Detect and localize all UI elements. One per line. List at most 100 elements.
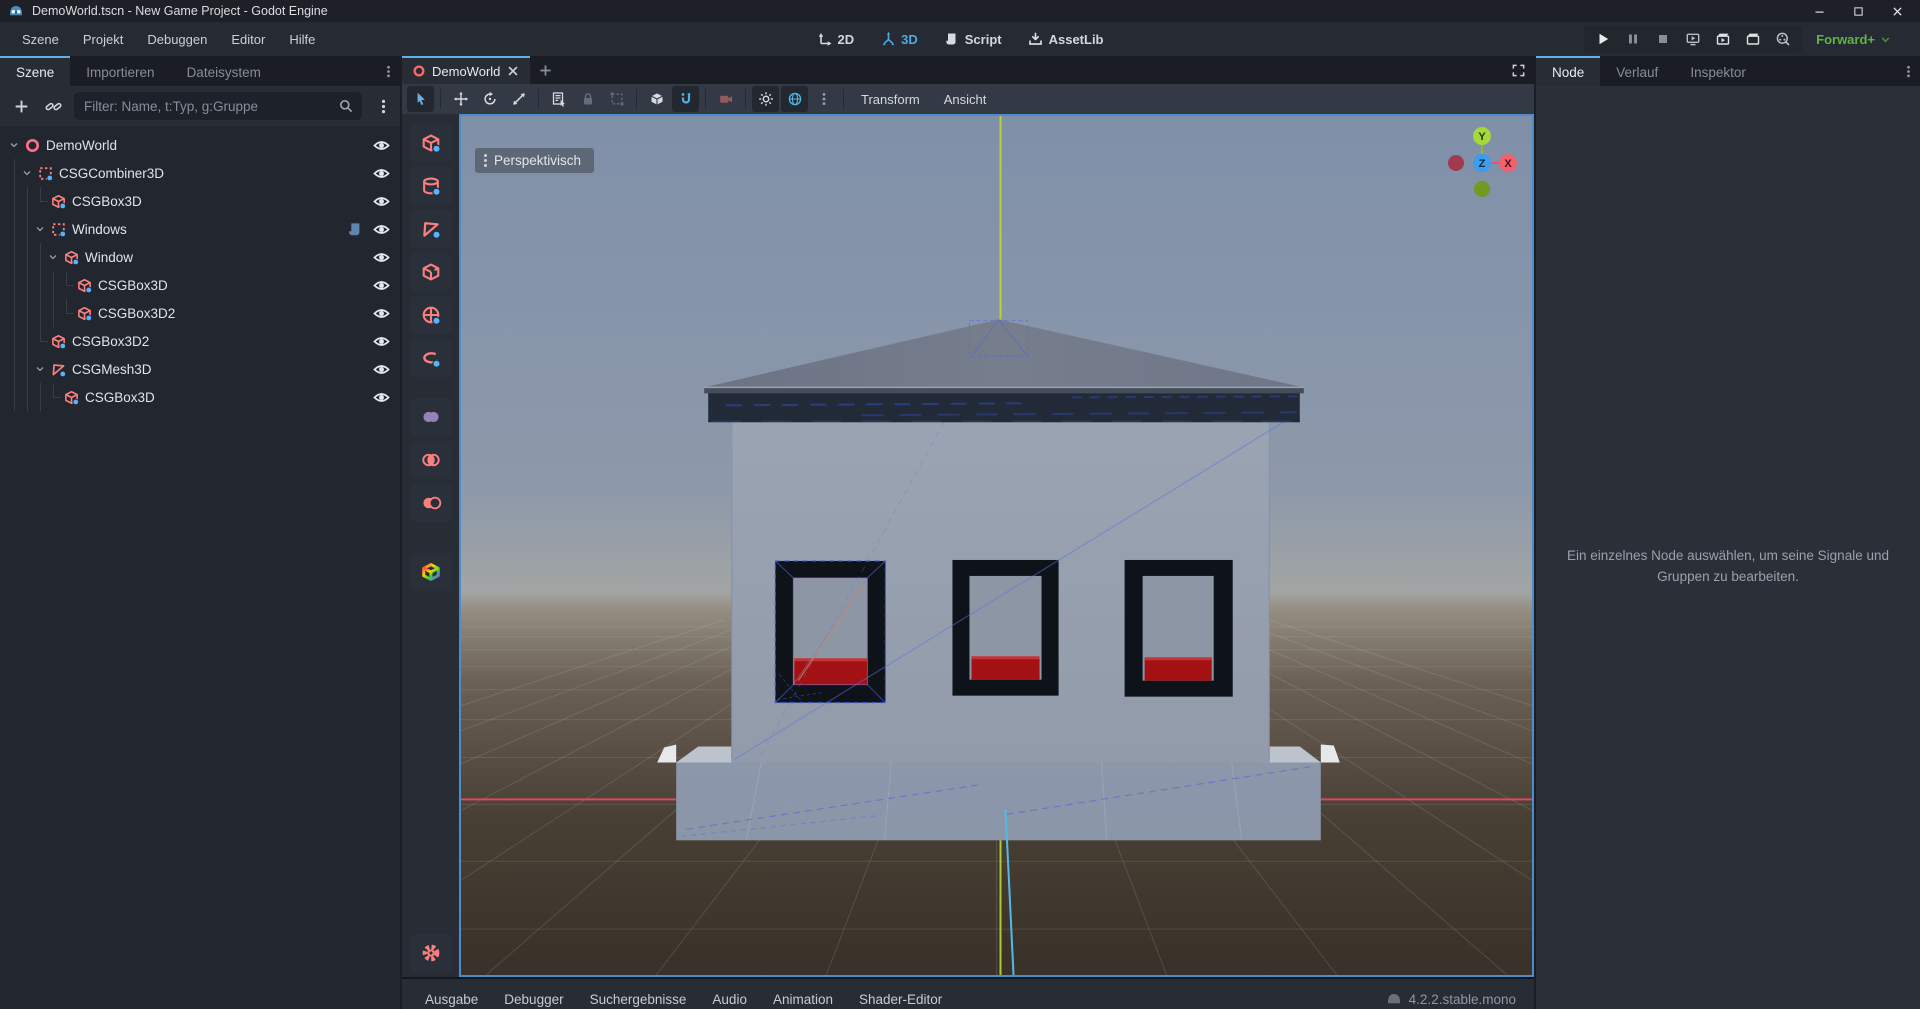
perspective-menu[interactable]: Perspektivisch [475,148,594,173]
viewport-menu-ansicht[interactable]: Ansicht [932,92,999,107]
tree-row-csgbox3d[interactable]: CSGBox3D [0,187,400,215]
scene-tab-demoworld[interactable]: DemoWorld [402,56,530,84]
tree-row-window[interactable]: Window [0,243,400,271]
csg-subtraction-button[interactable] [410,484,452,522]
menu-hilfe[interactable]: Hilfe [277,26,327,53]
bottom-panel-animation[interactable]: Animation [760,992,846,1007]
tree-row-windows[interactable]: Windows [0,215,400,243]
renderer-selector[interactable]: Forward+ [1816,32,1892,47]
distraction-free-button[interactable] [1502,56,1534,84]
visibility-eye-icon[interactable] [373,137,390,154]
visibility-eye-icon[interactable] [373,361,390,378]
csg-intersection-button[interactable] [410,441,452,479]
play-button[interactable] [1590,27,1616,51]
scene-tree-menu-button[interactable] [372,95,394,117]
mode-2d-button[interactable]: 2D [811,27,861,51]
expand-arrow-icon[interactable] [21,159,35,187]
close-tab-icon[interactable] [506,64,520,78]
play-current-scene-button[interactable] [1710,27,1736,51]
bottom-panel-suchergebnisse[interactable]: Suchergebnisse [577,992,700,1007]
visibility-eye-icon[interactable] [373,193,390,210]
menu-projekt[interactable]: Projekt [71,26,135,53]
expand-arrow-icon[interactable] [47,243,61,271]
local-space-button[interactable] [643,86,670,112]
csg-polygon-button[interactable] [410,253,452,291]
tab-menu-button[interactable] [376,56,400,86]
tab-inspektor[interactable]: Inspektor [1674,56,1762,86]
group-button[interactable] [603,86,630,112]
visibility-eye-icon[interactable] [373,389,390,406]
csg-cylinder-button[interactable] [410,167,452,205]
view-axis-gizmo[interactable]: Y Z X [1438,122,1524,208]
mode-assetlib-button[interactable]: AssetLib [1022,27,1110,51]
viewport-more-button[interactable] [810,86,837,112]
tree-row-csgbox3d2[interactable]: CSGBox3D2 [0,299,400,327]
new-scene-tab-button[interactable] [530,56,560,84]
tree-row-csgbox3d2[interactable]: CSGBox3D2 [0,327,400,355]
visibility-eye-icon[interactable] [373,249,390,266]
tab-dateisystem[interactable]: Dateisystem [171,56,277,86]
preview-environment-button[interactable] [781,86,808,112]
minimize-button[interactable] [1813,5,1826,18]
close-button[interactable] [1891,5,1904,18]
tree-row-csgmesh3d[interactable]: CSGMesh3D [0,355,400,383]
svg-text:Y: Y [1478,131,1486,143]
csg-torus-button[interactable] [410,339,452,377]
menu-debuggen[interactable]: Debuggen [135,26,219,53]
pause-button[interactable] [1620,27,1646,51]
bottom-panel-debugger[interactable]: Debugger [491,992,576,1007]
tree-row-demoworld[interactable]: DemoWorld [0,131,400,159]
csg-mesh-button[interactable] [410,210,452,248]
select-tool-button[interactable] [407,86,434,112]
visibility-eye-icon[interactable] [373,305,390,322]
menu-szene[interactable]: Szene [10,26,71,53]
bottom-panel-audio[interactable]: Audio [699,992,760,1007]
script-attached-icon[interactable] [346,221,363,238]
expand-arrow-icon[interactable] [34,215,48,243]
camera-override-button[interactable] [712,86,739,112]
csg-settings-button[interactable] [410,934,452,972]
visibility-eye-icon[interactable] [373,165,390,182]
add-node-button[interactable] [10,95,32,117]
tab-verlauf[interactable]: Verlauf [1600,56,1674,86]
stop-button[interactable] [1650,27,1676,51]
3d-viewport[interactable]: Perspektivisch Y Z X [459,114,1534,977]
csg-union-button[interactable] [410,398,452,436]
tab-szene[interactable]: Szene [0,56,70,86]
rotate-tool-button[interactable] [476,86,503,112]
house-window-2 [952,560,1058,696]
play-remote-button[interactable] [1680,27,1706,51]
tab-node[interactable]: Node [1536,56,1600,86]
bottom-panel-ausgabe[interactable]: Ausgabe [412,992,491,1007]
tab-importieren[interactable]: Importieren [70,56,170,86]
csg-box-button[interactable] [410,124,452,162]
tab-menu-button[interactable] [1896,56,1920,86]
scale-tool-button[interactable] [505,86,532,112]
preview-sunlight-button[interactable] [752,86,779,112]
expand-arrow-icon[interactable] [8,131,22,159]
scene-filter-input[interactable] [74,92,362,120]
mode-script-button[interactable]: Script [938,27,1008,51]
snap-button[interactable] [672,86,699,112]
instance-scene-button[interactable] [42,95,64,117]
play-current-icon [1715,31,1731,47]
play-custom-scene-button[interactable] [1740,27,1766,51]
bottom-panel-shader-editor[interactable]: Shader-Editor [846,992,955,1007]
mode-3d-button[interactable]: 3D [874,27,924,51]
mesh-library-button[interactable] [410,553,452,591]
menu-editor[interactable]: Editor [219,26,277,53]
movie-maker-button[interactable] [1770,27,1796,51]
maximize-button[interactable] [1852,5,1865,18]
viewport-menu-transform[interactable]: Transform [849,92,932,107]
move-tool-button[interactable] [447,86,474,112]
visibility-eye-icon[interactable] [373,277,390,294]
expand-arrow-icon[interactable] [34,355,48,383]
tree-row-csgcombiner3d[interactable]: CSGCombiner3D [0,159,400,187]
lock-button[interactable] [574,86,601,112]
list-select-button[interactable] [545,86,572,112]
csg-sphere-button[interactable] [410,296,452,334]
tree-row-csgbox3d[interactable]: CSGBox3D [0,271,400,299]
visibility-eye-icon[interactable] [373,333,390,350]
tree-row-csgbox3d[interactable]: CSGBox3D [0,383,400,411]
visibility-eye-icon[interactable] [373,221,390,238]
